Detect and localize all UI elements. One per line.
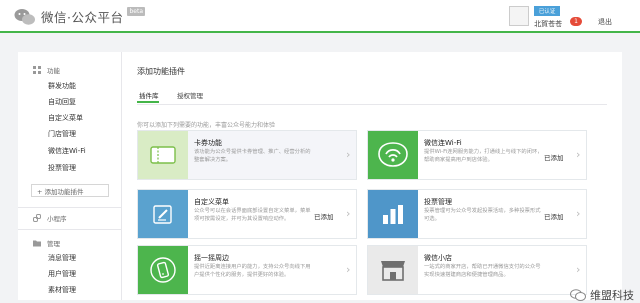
card-coupon-icon [138, 131, 188, 179]
active-tab-indicator [137, 101, 159, 103]
notification-badge[interactable]: 1 [570, 17, 582, 26]
card-name: 微信连Wi-Fi [424, 139, 462, 147]
link-icon [33, 214, 41, 222]
card-status: 已添加 [314, 213, 334, 221]
bar-chart-icon [368, 190, 418, 238]
grid-icon [33, 66, 41, 74]
card-name: 投票管理 [424, 198, 452, 206]
card-description: 投票管理可为公众号发起投票活动，多种投票形式可选。 [424, 208, 541, 222]
wifi-icon [368, 131, 418, 179]
page-title: 添加功能插件 [137, 67, 185, 76]
wechat-watermark-icon [570, 289, 586, 301]
card-status: 已添加 [544, 154, 564, 162]
plugin-card-store[interactable]: 微信小店 一站式的商家开店，帮助已开通微信支付的公众号实现快速搭建商店和便捷管理… [367, 245, 587, 295]
sidebar-item-wifi[interactable]: 微信连Wi-Fi [48, 148, 86, 155]
beta-badge: beta [127, 7, 146, 16]
edit-menu-icon [138, 190, 188, 238]
logo[interactable]: 微信·公众平台 beta [14, 7, 146, 26]
chevron-right-icon: › [346, 148, 351, 161]
tab-authorization[interactable]: 授权管理 [177, 90, 203, 100]
plugin-card-custom-menu[interactable]: 自定义菜单 公众号可以在会话界面底部设置自定义菜单，菜单项可按需设定，并可为其设… [137, 189, 357, 239]
plugin-card-votes[interactable]: 投票管理 投票管理可为公众号发起投票活动，多种投票形式可选。 已添加 › [367, 189, 587, 239]
watermark: 维盟科技 [570, 287, 634, 303]
card-name: 卡券功能 [194, 139, 222, 147]
user-area: 已认证 北賀苍苍 1 退出 [509, 6, 612, 29]
sidebar-item-mass-send[interactable]: 群发功能 [48, 83, 76, 90]
tab-bar: 插件库 授权管理 [137, 90, 607, 105]
chevron-right-icon: › [576, 263, 581, 276]
wechat-logo-icon [14, 8, 36, 26]
plugin-card-coupon[interactable]: 卡券功能 该功能为公众号提供卡券管理、推广、经营分析的整套解决方案。 › [137, 130, 357, 180]
card-name: 微信小店 [424, 254, 452, 262]
avatar[interactable] [509, 6, 530, 26]
sidebar-group-title: 功能 [47, 67, 60, 75]
sidebar-item-messages[interactable]: 消息管理 [48, 255, 76, 262]
sidebar-group-miniprogram[interactable]: 小程序 [33, 213, 67, 223]
main-panel: 添加功能插件 插件库 授权管理 你可以添加下列需要的功能，丰富公众号能力和体验 … [122, 52, 622, 300]
add-plugin-button[interactable]: + 添加功能插件 [31, 184, 109, 197]
sidebar-item-auto-reply[interactable]: 自动回复 [48, 99, 76, 106]
card-name: 自定义菜单 [194, 198, 229, 206]
sidebar-group-title: 小程序 [47, 215, 67, 223]
account-name[interactable]: 北賀苍苍 [534, 19, 562, 29]
watermark-text: 维盟科技 [590, 289, 634, 302]
card-name: 摇一摇周边 [194, 254, 229, 262]
plugin-card-wifi[interactable]: 微信连Wi-Fi 提供Wi-Fi连网服务能力，打通线上与线下的闭环，帮助商家提高… [367, 130, 587, 180]
folder-icon [33, 240, 41, 247]
chevron-right-icon: › [346, 263, 351, 276]
sidebar-group-management[interactable]: 管理 [33, 238, 60, 248]
top-header: 微信·公众平台 beta 已认证 北賀苍苍 1 退出 [0, 0, 640, 33]
sidebar-item-users[interactable]: 用户管理 [48, 271, 76, 278]
card-description: 一站式的商家开店，帮助已开通微信支付的公众号实现快速搭建商店和便捷管理商品。 [424, 264, 541, 278]
sidebar-item-votes[interactable]: 投票管理 [48, 165, 76, 172]
sidebar-group-features[interactable]: 功能 [33, 65, 60, 75]
sidebar-divider [18, 207, 121, 208]
card-description: 提供Wi-Fi连网服务能力，打通线上与线下的闭环，帮助商家提高用户到店体验。 [424, 149, 543, 163]
logout-link[interactable]: 退出 [598, 17, 612, 27]
shake-phone-icon [138, 246, 188, 294]
verified-badge: 已认证 [534, 6, 561, 16]
sidebar-item-materials[interactable]: 素材管理 [48, 287, 76, 294]
card-status: 已添加 [544, 213, 564, 221]
sidebar-item-stores[interactable]: 门店管理 [48, 131, 76, 138]
chevron-right-icon: › [576, 148, 581, 161]
hint-text: 你可以添加下列需要的功能，丰富公众号能力和体验 [137, 122, 276, 129]
chevron-right-icon: › [576, 207, 581, 220]
sidebar-group-title: 管理 [47, 240, 60, 248]
card-description: 提供近距离连接用户的能力，支持公众号向线下用户提供个性化的服务，提供更好的体验。 [194, 264, 311, 278]
card-description: 该功能为公众号提供卡券管理、推广、经营分析的整套解决方案。 [194, 149, 311, 163]
chevron-right-icon: › [346, 207, 351, 220]
sidebar: 功能 群发功能 自动回复 自定义菜单 门店管理 微信连Wi-Fi 投票管理 + … [18, 52, 122, 300]
sidebar-divider [18, 229, 121, 230]
plugin-card-shake[interactable]: 摇一摇周边 提供近距离连接用户的能力，支持公众号向线下用户提供个性化的服务，提供… [137, 245, 357, 295]
store-icon [368, 246, 418, 294]
tab-plugin-library[interactable]: 插件库 [139, 90, 159, 100]
card-description: 公众号可以在会话界面底部设置自定义菜单，菜单项可按需设定，并可为其设置响应动作。 [194, 208, 311, 222]
sidebar-item-custom-menu[interactable]: 自定义菜单 [48, 115, 83, 122]
logo-text: 微信·公众平台 [41, 10, 124, 25]
